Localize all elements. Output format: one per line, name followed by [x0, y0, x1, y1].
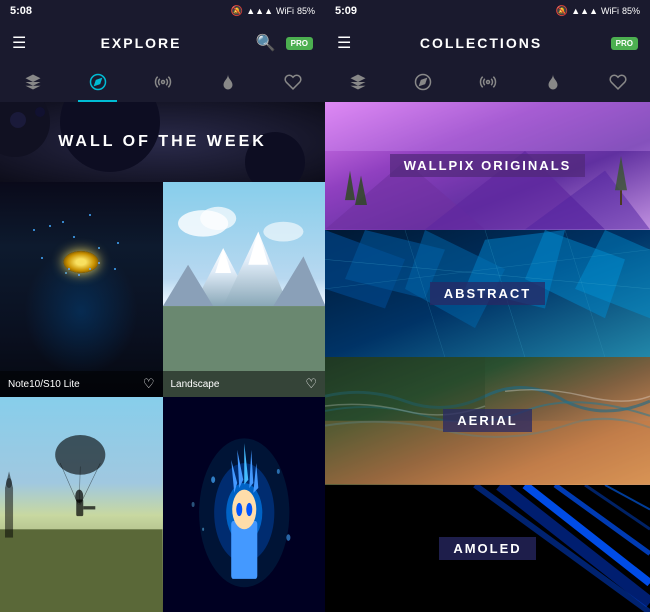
grid-item-avatar[interactable]: Note10/S10 Lite ♡: [0, 182, 163, 397]
wifi-icon: WiFi: [276, 6, 294, 16]
top-nav-icons-right: PRO: [611, 37, 638, 50]
tab-compass-right[interactable]: [390, 64, 455, 100]
tab-layers-left[interactable]: [0, 64, 65, 100]
grid-label-avatar-text: Note10/S10 Lite: [8, 379, 80, 390]
battery-right: 85%: [622, 6, 640, 16]
search-icon-left[interactable]: 🔍: [256, 33, 276, 53]
tab-flame-right[interactable]: [520, 64, 585, 100]
heart-icon-avatar[interactable]: ♡: [143, 376, 155, 392]
wallpaper-grid: Note10/S10 Lite ♡: [0, 182, 325, 612]
collection-label-abstract: ABSTRACT: [430, 282, 546, 305]
collection-label-aerial: AERIAL: [443, 409, 531, 432]
status-bar-left: 5:08 🔕 ▲▲▲ WiFi 85%: [0, 0, 325, 22]
signal-icon-right: ▲▲▲: [571, 6, 598, 16]
tab-heart-right[interactable]: [585, 64, 650, 100]
wall-of-week-text: WALL OF THE WEEK: [58, 133, 267, 151]
hamburger-icon-left[interactable]: ☰: [12, 33, 26, 53]
pro-badge-left[interactable]: PRO: [286, 37, 313, 50]
signal-icon: ▲▲▲: [246, 6, 273, 16]
collection-abstract[interactable]: ABSTRACT: [325, 230, 650, 358]
collection-wallpix[interactable]: WALLPIX ORIGINALS: [325, 102, 650, 230]
icon-nav-left: [0, 64, 325, 102]
mute-icon: 🔕: [231, 6, 243, 17]
icon-nav-right: [325, 64, 650, 102]
grid-item-landscape[interactable]: Landscape ♡: [163, 182, 326, 397]
hamburger-icon-right[interactable]: ☰: [337, 33, 351, 53]
page-title-right: COLLECTIONS: [420, 35, 542, 51]
right-panel: 5:09 🔕 ▲▲▲ WiFi 85% ☰ COLLECTIONS PRO: [325, 0, 650, 612]
heart-icon-landscape[interactable]: ♡: [305, 376, 317, 392]
tab-compass-left[interactable]: [65, 64, 130, 100]
tab-flame-left[interactable]: [195, 64, 260, 100]
tab-radio-left[interactable]: [130, 64, 195, 100]
tab-radio-right[interactable]: [455, 64, 520, 100]
wall-of-week-banner: WALL OF THE WEEK: [0, 102, 325, 182]
pro-badge-right[interactable]: PRO: [611, 37, 638, 50]
status-icons-right: 🔕 ▲▲▲ WiFi 85%: [556, 6, 640, 17]
status-bar-right: 5:09 🔕 ▲▲▲ WiFi 85%: [325, 0, 650, 22]
grid-label-landscape: Landscape ♡: [163, 371, 326, 397]
wifi-icon-right: WiFi: [601, 6, 619, 16]
grid-label-landscape-text: Landscape: [171, 379, 220, 390]
left-panel: 5:08 🔕 ▲▲▲ WiFi 85% ☰ EXPLORE 🔍 PRO: [0, 0, 325, 612]
collection-label-wallpix: WALLPIX ORIGINALS: [390, 154, 586, 177]
time-right: 5:09: [335, 5, 357, 17]
collection-aerial[interactable]: AERIAL: [325, 357, 650, 485]
time-left: 5:08: [10, 5, 32, 17]
top-nav-right: ☰ COLLECTIONS PRO: [325, 22, 650, 64]
top-nav-icons-left: 🔍 PRO: [256, 33, 313, 53]
grid-item-pubg[interactable]: [0, 397, 163, 612]
mute-icon-right: 🔕: [556, 6, 568, 17]
collection-label-amoled: AMOLED: [439, 537, 535, 560]
collection-amoled[interactable]: AMOLED: [325, 485, 650, 612]
grid-item-anime[interactable]: [163, 397, 326, 612]
page-title-left: EXPLORE: [101, 35, 182, 51]
top-nav-left: ☰ EXPLORE 🔍 PRO: [0, 22, 325, 64]
status-icons-left: 🔕 ▲▲▲ WiFi 85%: [231, 6, 315, 17]
tab-heart-left[interactable]: [260, 64, 325, 100]
grid-label-avatar: Note10/S10 Lite ♡: [0, 371, 163, 397]
collections-list: WALLPIX ORIGINALS: [325, 102, 650, 612]
battery-left: 85%: [297, 6, 315, 16]
tab-layers-right[interactable]: [325, 64, 390, 100]
